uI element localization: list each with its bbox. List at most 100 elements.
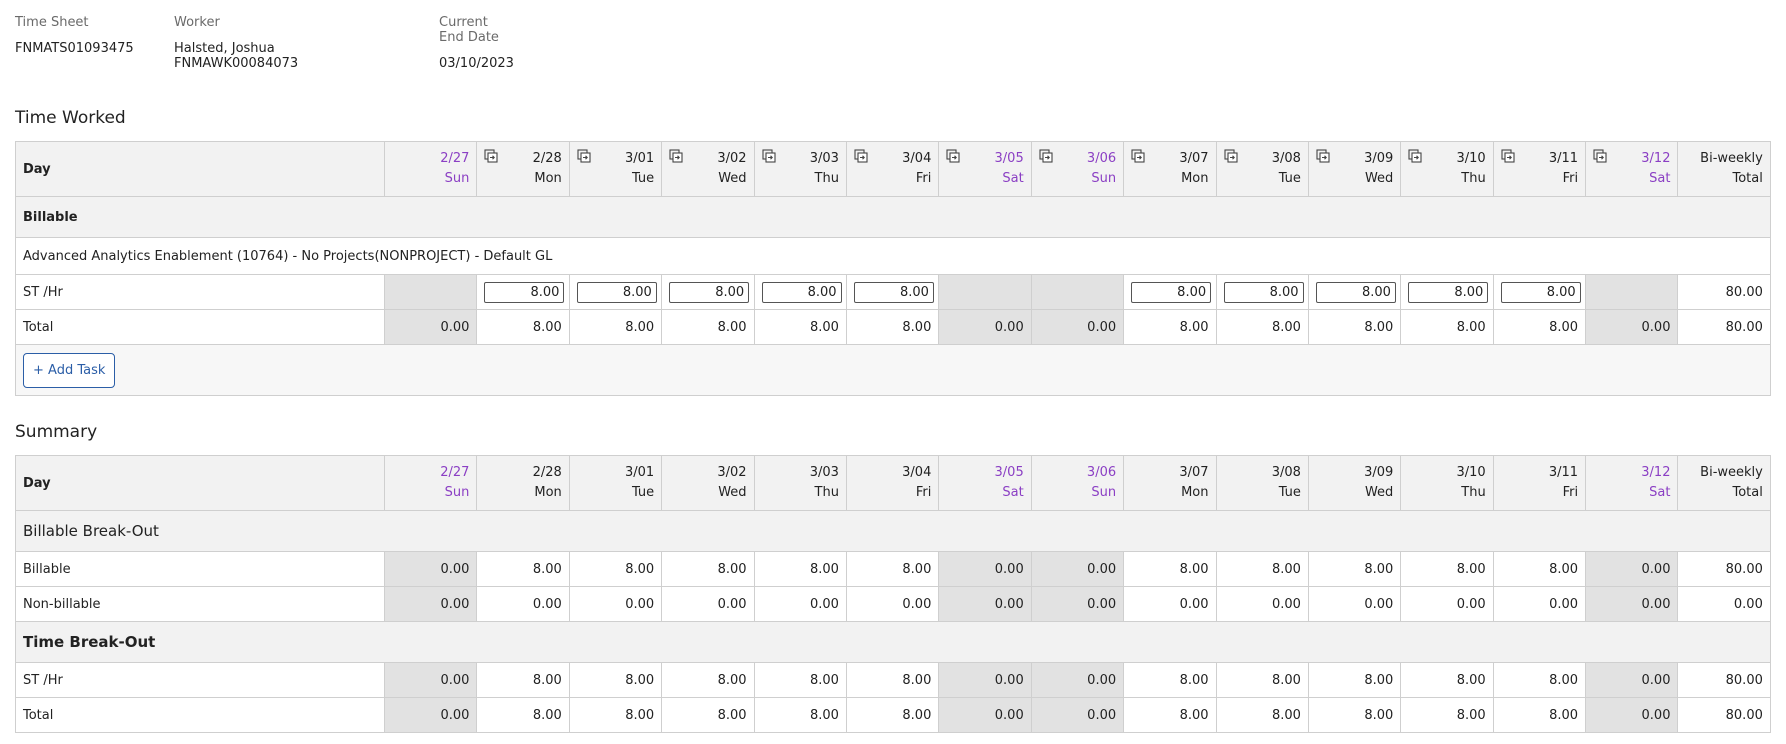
day-cell: 8.00 — [845, 662, 940, 698]
day-date: 3/07 — [1179, 465, 1209, 480]
day-header-3-05: 3/05 Sat — [938, 455, 1032, 511]
day-cell: 0.00 — [1585, 309, 1679, 345]
hours-input[interactable] — [669, 281, 750, 303]
day-header-3-10: 3/10 Thu — [1400, 141, 1494, 197]
day-cell: 0.00 — [1585, 551, 1679, 587]
day-cell: 8.00 — [753, 662, 847, 698]
end-date-value: 03/10/2023 — [439, 56, 514, 71]
copy-day-icon[interactable] — [1223, 149, 1238, 163]
hours-input[interactable] — [576, 281, 657, 303]
total-header-line1: Bi-weekly — [1700, 465, 1763, 480]
day-cell: 8.00 — [1123, 551, 1217, 587]
day-header-3-02: 3/02 Wed — [661, 455, 755, 511]
day-weekday: Fri — [915, 485, 932, 500]
day-weekday: Sun — [1091, 485, 1117, 500]
day-weekday: Sat — [1002, 485, 1024, 500]
day-cell: 8.00 — [1492, 551, 1587, 587]
day-cell: 0.00 — [1123, 586, 1217, 622]
day-cell: 0.00 — [753, 586, 847, 622]
day-header-3-11: 3/11 Fri — [1492, 141, 1587, 197]
table-row: Billable 0.00 8.00 8.00 8.00 8.00 8.00 0.00 0.00… — [15, 551, 1771, 587]
total-header-line2: Total — [1732, 485, 1763, 500]
copy-day-icon[interactable] — [946, 149, 960, 163]
day-weekday: Fri — [915, 171, 932, 186]
copy-day-icon[interactable] — [577, 149, 591, 163]
day-cell — [1400, 274, 1494, 310]
hours-input[interactable] — [761, 281, 842, 303]
day-cell: 8.00 — [1492, 662, 1587, 698]
day-cell: 0.00 — [383, 697, 478, 733]
end-date-label: Current End Date — [439, 15, 499, 45]
day-weekday: Mon — [534, 171, 562, 186]
day-cell: 0.00 — [383, 551, 478, 587]
day-weekday: Fri — [1562, 171, 1579, 186]
table-row: ST /Hr 80.00 — [15, 274, 1771, 310]
copy-day-icon[interactable] — [1039, 149, 1053, 163]
day-date: 3/04 — [902, 465, 932, 480]
day-date: 3/02 — [717, 465, 747, 480]
day-date: 3/01 — [624, 465, 655, 480]
day-weekday: Tue — [1278, 171, 1301, 186]
hours-input[interactable] — [853, 281, 934, 303]
hours-input[interactable] — [1223, 281, 1304, 303]
day-date: 2/27 — [440, 465, 470, 480]
copy-day-icon[interactable] — [1593, 149, 1607, 163]
copy-day-icon[interactable] — [669, 149, 683, 163]
copy-day-icon[interactable] — [1131, 149, 1145, 163]
row-total: 80.00 — [1677, 309, 1771, 345]
table-row: Total 0.00 8.00 8.00 8.00 8.00 8.00 0.00 0.00 8.0… — [15, 309, 1771, 345]
summary-group-row: Time Break-Out — [15, 621, 1771, 663]
hours-input[interactable] — [484, 281, 565, 303]
day-cell — [1215, 274, 1309, 310]
day-cell: 0.00 — [1307, 586, 1402, 622]
row-label: Billable — [15, 551, 385, 587]
copy-day-icon[interactable] — [484, 149, 498, 163]
day-weekday: Sun — [444, 485, 470, 500]
day-date: 3/09 — [1364, 465, 1394, 480]
end-date-field: Current End Date 03/10/2023 — [439, 15, 514, 71]
day-date: 3/05 — [994, 465, 1024, 480]
copy-day-icon[interactable] — [1408, 149, 1422, 163]
table-row: ST /Hr 0.00 8.00 8.00 8.00 8.00 8.00 0.00 0.00 8.… — [15, 662, 1771, 698]
summary-group-row: Billable Break-Out — [15, 510, 1771, 552]
day-column-label: Day — [15, 141, 385, 197]
day-header-row: Day 2/27 Sun 2/28 Mon 3/01 Tue 3/02 Wed 3/03 Thu 3/… — [15, 141, 1771, 197]
day-header-3-06: 3/06 Sun — [1030, 455, 1125, 511]
row-label: ST /Hr — [15, 662, 385, 698]
copy-day-icon[interactable] — [762, 149, 776, 163]
day-cell: 8.00 — [1307, 697, 1402, 733]
day-cell: 8.00 — [845, 697, 940, 733]
day-cell: 0.00 — [1585, 586, 1679, 622]
day-cell: 0.00 — [1030, 586, 1125, 622]
day-cell — [1492, 274, 1587, 310]
copy-day-icon[interactable] — [854, 149, 868, 163]
hours-input[interactable] — [1315, 281, 1396, 303]
day-header-3-08: 3/08 Tue — [1215, 455, 1309, 511]
day-date: 2/28 — [532, 465, 562, 480]
day-cell: 8.00 — [661, 662, 755, 698]
worker-value: Halsted, Joshua FNMAWK00084073 — [174, 41, 299, 71]
day-cell — [1123, 274, 1217, 310]
row-total: 80.00 — [1677, 662, 1771, 698]
add-task-row: + Add Task — [15, 344, 1771, 396]
day-cell: 8.00 — [476, 551, 570, 587]
day-cell: 0.00 — [1030, 697, 1125, 733]
hours-input[interactable] — [1408, 281, 1489, 303]
row-label: Non-billable — [15, 586, 385, 622]
hours-input[interactable] — [1500, 281, 1581, 303]
hours-input[interactable] — [1131, 281, 1212, 303]
add-task-button[interactable]: + Add Task — [23, 352, 116, 388]
day-cell: 8.00 — [753, 551, 847, 587]
day-date: 3/10 — [1456, 465, 1486, 480]
copy-day-icon[interactable] — [1316, 149, 1330, 163]
day-cell: 8.00 — [568, 662, 663, 698]
day-cell: 8.00 — [1307, 309, 1402, 345]
copy-day-icon[interactable] — [1501, 149, 1515, 163]
worker-label: Worker — [174, 15, 220, 30]
day-cell: 0.00 — [568, 586, 663, 622]
day-weekday: Sat — [1649, 171, 1671, 186]
day-cell: 8.00 — [1215, 697, 1309, 733]
day-cell — [661, 274, 755, 310]
day-weekday: Thu — [814, 485, 839, 500]
day-cell: 0.00 — [383, 309, 478, 345]
